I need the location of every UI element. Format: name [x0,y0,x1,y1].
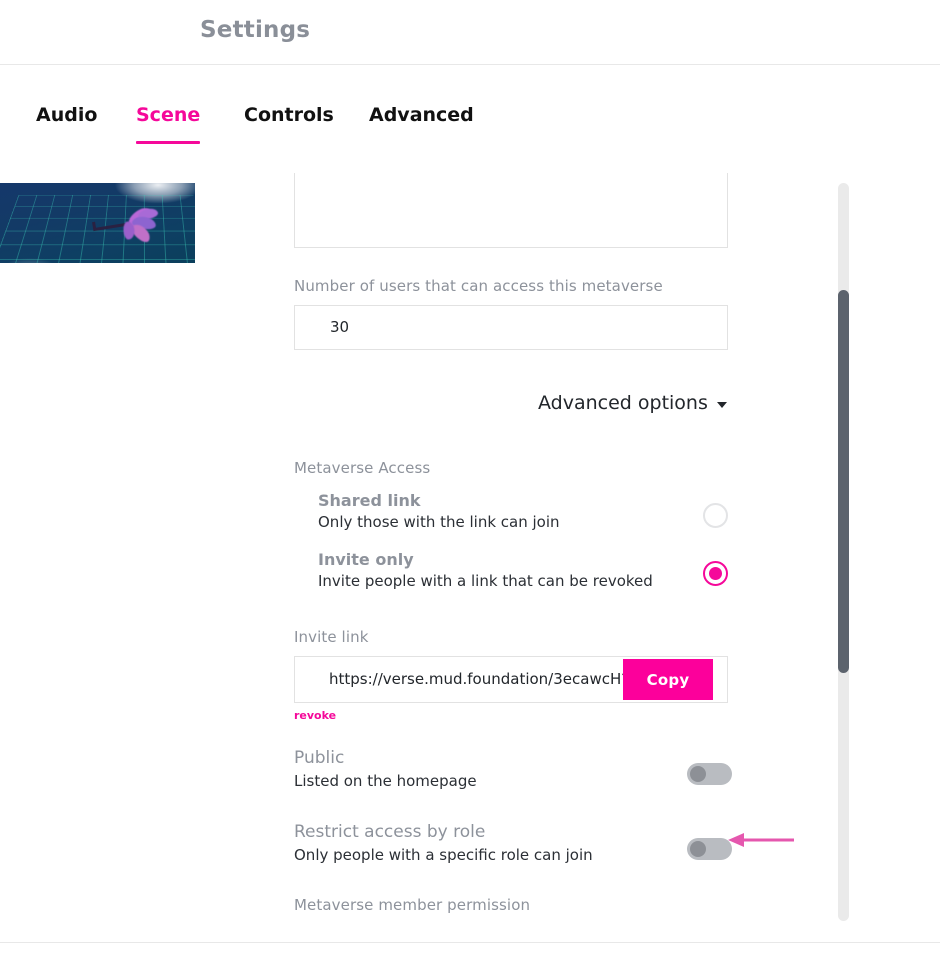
page-title: Settings [200,17,311,43]
member-permission-label: Metaverse member permission [294,896,531,914]
radio-shared-link[interactable] [703,503,728,528]
setting-restrict-description: Only people with a specific role can joi… [294,846,593,864]
access-option-description: Invite people with a link that can be re… [318,572,653,590]
setting-public-title: Public [294,748,345,768]
users-limit-input[interactable]: 30 [294,305,728,350]
invite-link-url: https://verse.mud.foundation/3ecawcH? [329,670,630,688]
toggle-knob [690,766,706,782]
vertical-scrollbar[interactable] [838,183,849,921]
description-textarea[interactable] [294,173,728,248]
setting-public-description: Listed on the homepage [294,772,477,790]
settings-scroll-content: Number of users that can access this met… [0,160,940,942]
invite-link-field[interactable]: https://verse.mud.foundation/3ecawcH? Co… [294,656,728,703]
access-option-description: Only those with the link can join [318,513,560,531]
tab-audio[interactable]: Audio [36,104,97,136]
metaverse-access-label: Metaverse Access [294,459,431,477]
scrollbar-thumb[interactable] [838,290,849,673]
revoke-link[interactable]: revoke [294,709,336,722]
tab-scene[interactable]: Scene [136,104,201,144]
users-limit-label: Number of users that can access this met… [294,277,663,295]
tab-controls[interactable]: Controls [244,104,334,136]
access-option-invite-only[interactable]: Invite only Invite people with a link th… [318,550,653,590]
tab-advanced[interactable]: Advanced [369,104,474,136]
access-option-title: Shared link [318,491,421,510]
tab-controls-label: Controls [244,104,334,126]
toggle-knob [690,841,706,857]
toggle-restrict-by-role[interactable] [687,838,732,860]
radio-invite-only[interactable] [703,561,728,586]
tab-bar: Audio Scene Controls Advanced [0,66,940,146]
tab-audio-label: Audio [36,104,98,126]
copy-button[interactable]: Copy [623,659,713,700]
footer-divider [0,942,940,943]
invite-link-label: Invite link [294,628,369,646]
toggle-public[interactable] [687,763,732,785]
chevron-down-icon [716,401,727,408]
setting-restrict-title: Restrict access by role [294,822,486,842]
tab-scene-label: Scene [136,104,201,126]
advanced-options-label: Advanced options [538,392,708,414]
advanced-options-toggle[interactable]: Advanced options [538,392,727,414]
tab-advanced-label: Advanced [369,104,474,126]
window-header: Settings [0,0,940,65]
access-option-shared-link[interactable]: Shared link Only those with the link can… [318,491,560,531]
settings-window: Settings Audio Scene Controls Advanced N… [0,0,940,953]
left-arrow-annotation-icon [728,833,794,847]
tab-underline [136,141,201,144]
setting-public: Public Listed on the homepage [294,748,477,790]
setting-restrict-by-role: Restrict access by role Only people with… [294,822,593,864]
access-option-title: Invite only [318,550,414,569]
